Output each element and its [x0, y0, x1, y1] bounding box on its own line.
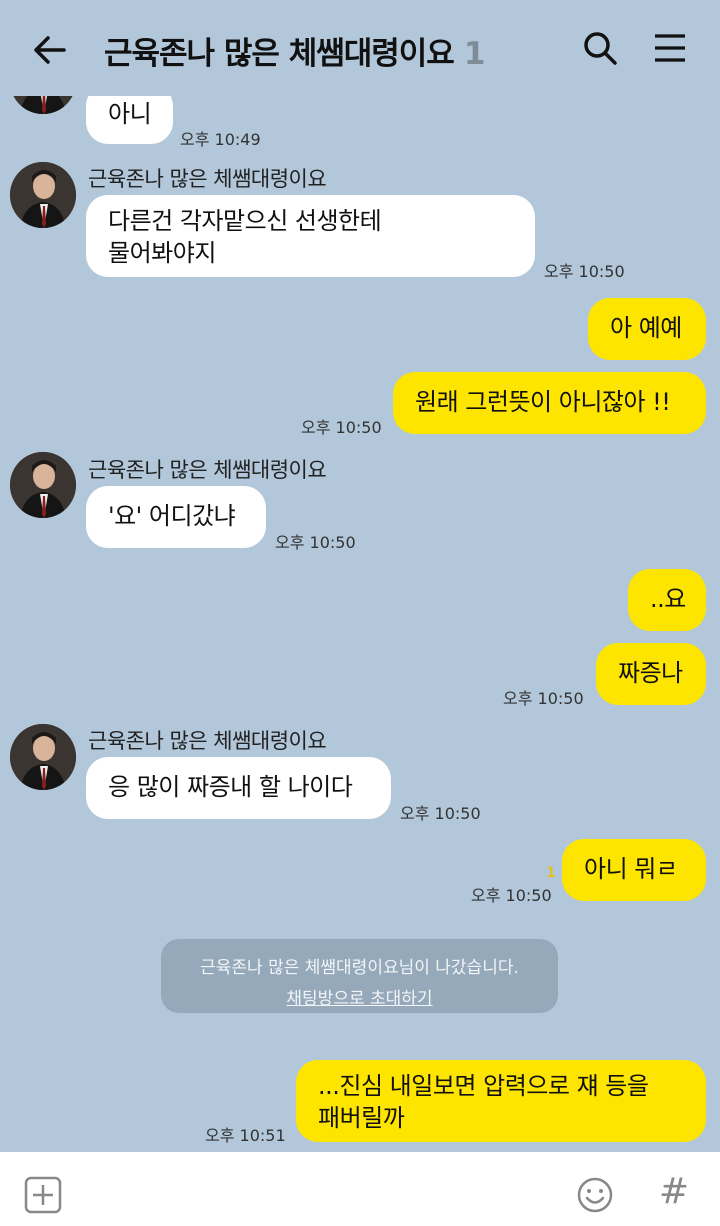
sender-name: 근육존나 많은 체쌤대령이요 [88, 729, 327, 753]
hashtag-icon[interactable]: # [656, 1172, 692, 1212]
message-time: 오후 10:51 [205, 1126, 286, 1145]
chat-title: 근육존나 많은 체쌤대령이요 1 [104, 28, 486, 73]
notice-text: 근육존나 많은 체쌤대령이요님이 나갔습니다. [200, 958, 519, 978]
message-bubble[interactable]: 원래 그런뜻이 아니잖아 !! [393, 372, 706, 434]
message-text: ..요 [650, 585, 686, 613]
menu-icon[interactable] [650, 28, 690, 68]
sender-name: 근육존나 많은 체쌤대령이요 [88, 167, 327, 191]
message-text-line: 패버릴까 [318, 1104, 405, 1132]
message-time: 오후 10:50 [471, 886, 552, 905]
message-bubble[interactable]: 아 예예 [588, 298, 706, 360]
sender-name: 근육존나 많은 체쌤대령이요 [88, 458, 327, 482]
avatar[interactable] [10, 724, 76, 790]
message-time: 오후 10:50 [544, 262, 625, 281]
message-time: 오후 10:50 [275, 533, 356, 552]
message-time: 오후 10:50 [301, 418, 382, 437]
message-bubble[interactable]: ...진심 내일보면 압력으로 쟤 등을 패버릴까 [296, 1060, 706, 1142]
system-notice: 근육존나 많은 체쌤대령이요님이 나갔습니다. 채팅방으로 초대하기 [161, 939, 558, 1013]
message-text: '요' 어디갔냐 [108, 502, 236, 530]
unread-count: 1 [546, 865, 556, 881]
chat-title-text: 근육존나 많은 체쌤대령이요 [104, 36, 455, 72]
avatar[interactable] [10, 452, 76, 518]
message-time: 오후 10:49 [180, 130, 261, 149]
profile-photo-icon [10, 452, 76, 518]
message-bubble[interactable]: 응 많이 짜증내 할 나이다 [86, 757, 391, 819]
arrow-left-icon[interactable] [30, 30, 70, 70]
chat-header: 근육존나 많은 체쌤대령이요 1 [0, 0, 720, 96]
input-bar: # [0, 1152, 720, 1226]
message-time: 오후 10:50 [503, 689, 584, 708]
message-bubble[interactable]: ..요 [628, 569, 706, 631]
member-count: 1 [463, 36, 486, 72]
profile-photo-icon [10, 724, 76, 790]
plus-icon[interactable] [24, 1176, 62, 1214]
message-text-line: 물어봐야지 [108, 239, 216, 267]
message-text: 아니 [108, 100, 152, 128]
profile-photo-icon [10, 162, 76, 228]
message-text-line: 다른건 각자맡으신 선생한테 [108, 207, 382, 235]
message-bubble[interactable]: 아니 뭐ㄹ [562, 839, 706, 901]
avatar[interactable] [10, 96, 76, 114]
invite-link[interactable]: 채팅방으로 초대하기 [161, 984, 558, 1009]
message-bubble[interactable]: 아니 [86, 96, 174, 144]
search-icon[interactable] [580, 28, 620, 68]
message-list[interactable]: 아니 오후 10:49 근육존나 많은 체쌤대령이요 다른건 각자맡으신 선생한… [0, 96, 720, 1152]
message-bubble[interactable]: '요' 어디갔냐 [86, 486, 266, 548]
emoji-icon[interactable] [576, 1176, 614, 1214]
message-time: 오후 10:50 [400, 804, 481, 823]
message-bubble[interactable]: 다른건 각자맡으신 선생한테 물어봐야지 [86, 195, 535, 277]
message-text-line: ...진심 내일보면 압력으로 쟤 등을 [318, 1072, 649, 1100]
message-text: 짜증나 [618, 659, 683, 687]
message-text: 원래 그런뜻이 아니잖아 !! [415, 388, 671, 416]
message-bubble[interactable]: 짜증나 [596, 643, 706, 705]
message-text: 아 예예 [610, 314, 682, 342]
avatar[interactable] [10, 162, 76, 228]
message-text: 아니 뭐ㄹ [584, 855, 678, 883]
profile-photo-icon [10, 96, 76, 114]
message-text: 응 많이 짜증내 할 나이다 [108, 773, 353, 801]
